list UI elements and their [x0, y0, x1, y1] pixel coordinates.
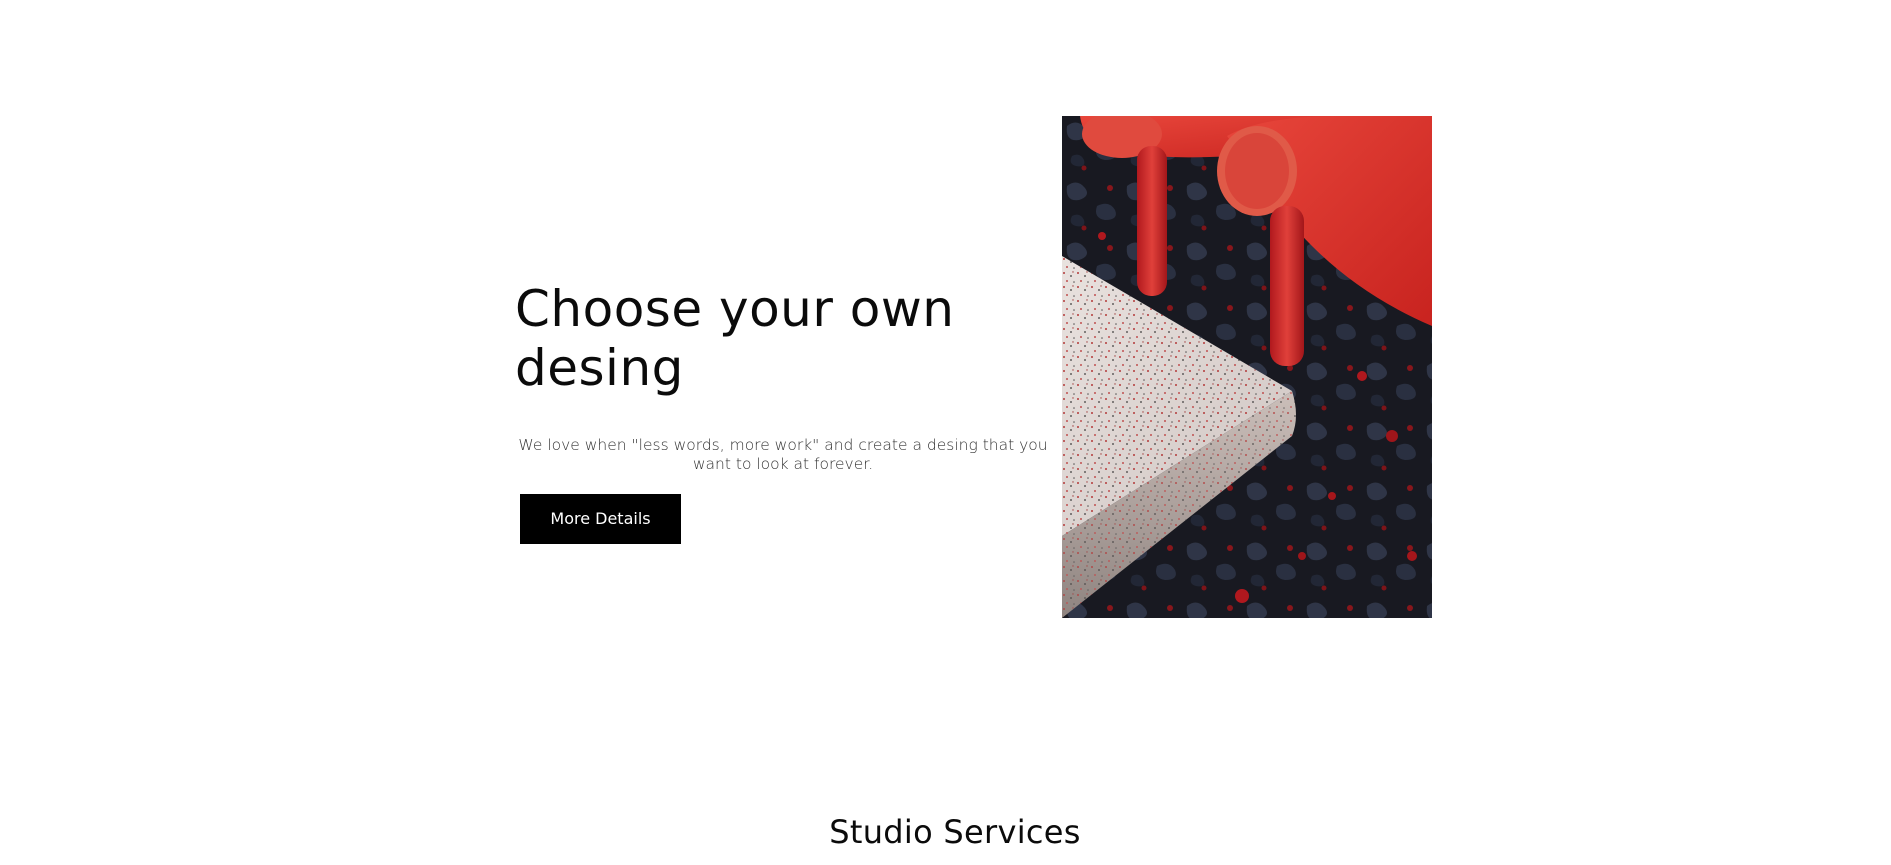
hero-section: Choose your own desing We love when "les…	[515, 280, 1055, 544]
more-details-button[interactable]: More Details	[520, 494, 681, 544]
page: Choose your own desing We love when "les…	[0, 0, 1891, 865]
hero-title-line2: desing	[515, 339, 684, 397]
studio-services-heading: Studio Services	[829, 813, 1081, 851]
hero-image-red-chairs-terrazzo	[1062, 116, 1432, 618]
hero-title-line1: Choose your own	[515, 280, 955, 338]
hero-description: We love when "less words, more work" and…	[518, 436, 1048, 473]
hero-title: Choose your own desing	[515, 280, 1055, 398]
